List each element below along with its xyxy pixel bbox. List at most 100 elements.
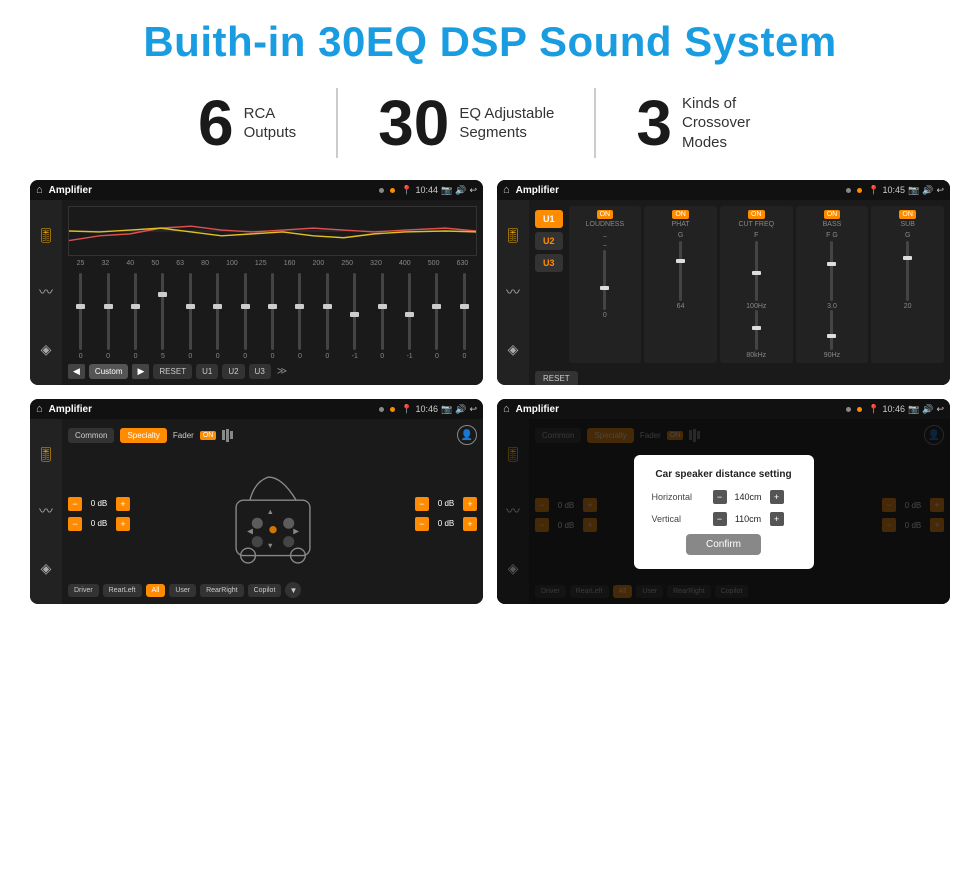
db-minus-tl[interactable]: −	[68, 497, 82, 511]
eq-slider-9[interactable]: 0	[315, 273, 340, 360]
cutfreq-slider-2[interactable]	[755, 310, 758, 350]
db-plus-bl[interactable]: +	[116, 517, 130, 531]
eq-icon[interactable]: 🎚	[37, 227, 55, 244]
bass-slider[interactable]	[830, 241, 833, 301]
status-dot-6	[390, 407, 395, 412]
db-minus-br[interactable]: −	[415, 517, 429, 531]
db-minus-tr[interactable]: −	[415, 497, 429, 511]
fader-bars	[222, 429, 233, 442]
u2-button[interactable]: U2	[535, 232, 563, 250]
speaker-icon[interactable]: ◈	[41, 341, 52, 358]
eq-u2-button[interactable]: U2	[222, 364, 244, 379]
status-icons-3: 📍 10:46 📷 🔊 ↩	[401, 404, 477, 415]
eq-bottom-row: ◀ Custom ▶ RESET U1 U2 U3 ≫	[68, 364, 477, 379]
eq-prev-button[interactable]: ◀	[68, 364, 85, 379]
u3-button[interactable]: U3	[535, 254, 563, 272]
vertical-stepper: − 110cm +	[713, 512, 784, 526]
horizontal-minus-button[interactable]: −	[713, 490, 727, 504]
svg-text:▲: ▲	[266, 507, 273, 516]
time-4: 10:46	[882, 404, 905, 414]
stat-number-crossover: 3	[636, 91, 672, 155]
eq-reset-button[interactable]: RESET	[153, 364, 192, 379]
db-value-tl: 0 dB	[85, 499, 113, 508]
status-bar-4: ⌂ Amplifier 📍 10:46 📷 🔊 ↩	[497, 399, 950, 419]
loudness-label: LOUDNESS	[586, 221, 625, 228]
u1-button[interactable]: U1	[535, 210, 563, 228]
eq-slider-10[interactable]: -1	[342, 273, 367, 360]
eq-sliders-row: 0 0 0 5 0 0 0 0 0 0 -1 0 -1 0 0	[68, 273, 477, 360]
screen-content-4: 🎚 〰 ◈ Common Specialty Fader ON	[497, 419, 950, 604]
wave-icon-3[interactable]: 〰	[39, 501, 53, 521]
db-value-tr: 0 dB	[432, 499, 460, 508]
freq-40: 40	[126, 260, 134, 267]
speaker-icon-3[interactable]: ◈	[41, 560, 52, 577]
horizontal-plus-button[interactable]: +	[770, 490, 784, 504]
speaker-icon-2[interactable]: ◈	[508, 341, 519, 358]
profile-icon[interactable]: 👤	[457, 425, 477, 445]
home-icon-4: ⌂	[503, 403, 510, 415]
confirm-button[interactable]: Confirm	[686, 534, 761, 555]
eq-slider-14[interactable]: 0	[452, 273, 477, 360]
eq-graph	[68, 206, 477, 256]
home-icon-3: ⌂	[36, 403, 43, 415]
freq-32: 32	[101, 260, 109, 267]
eq-icon-2[interactable]: 🎚	[504, 227, 522, 244]
wave-icon[interactable]: 〰	[39, 282, 53, 302]
user-button[interactable]: User	[169, 584, 196, 597]
home-icon-1: ⌂	[36, 184, 43, 196]
specialty-tab[interactable]: Specialty	[120, 428, 166, 443]
eq-slider-2[interactable]: 0	[123, 273, 148, 360]
eq-slider-8[interactable]: 0	[287, 273, 312, 360]
eq-slider-0[interactable]: 0	[68, 273, 93, 360]
eq-slider-12[interactable]: -1	[397, 273, 422, 360]
loudness-slider[interactable]	[603, 250, 606, 310]
driver-button[interactable]: Driver	[68, 584, 99, 597]
time-3: 10:46	[415, 404, 438, 414]
db-plus-br[interactable]: +	[463, 517, 477, 531]
eq-slider-6[interactable]: 0	[232, 273, 257, 360]
stat-label-rca: RCAOutputs	[244, 104, 297, 143]
eq-next-button[interactable]: ▶	[132, 364, 149, 379]
eq-preset-custom[interactable]: Custom	[89, 364, 129, 379]
all-button[interactable]: All	[146, 584, 166, 597]
rearright-button[interactable]: RearRight	[200, 584, 244, 597]
eq-slider-3[interactable]: 5	[150, 273, 175, 360]
cam-icon-3: 📷	[441, 404, 452, 415]
wave-icon-2[interactable]: 〰	[506, 282, 520, 302]
db-plus-tl[interactable]: +	[116, 497, 130, 511]
common-tab[interactable]: Common	[68, 428, 114, 443]
stats-row: 6 RCAOutputs 30 EQ AdjustableSegments 3 …	[30, 88, 950, 158]
amp-reset-button[interactable]: RESET	[535, 371, 578, 385]
sub-slider[interactable]	[906, 241, 909, 301]
eq-slider-11[interactable]: 0	[369, 273, 394, 360]
time-1: 10:44	[415, 185, 438, 195]
copilot-button[interactable]: Copilot	[248, 584, 282, 597]
phat-slider[interactable]	[679, 241, 682, 301]
screen-crossover: ⌂ Amplifier 📍 10:46 📷 🔊 ↩ 🎚 〰 ◈	[30, 399, 483, 604]
bass-slider-2[interactable]	[830, 310, 833, 350]
vertical-minus-button[interactable]: −	[713, 512, 727, 526]
stat-number-eq: 30	[378, 91, 449, 155]
eq-slider-4[interactable]: 0	[178, 273, 203, 360]
eq-icon-3[interactable]: 🎚	[37, 446, 55, 463]
eq-u3-button[interactable]: U3	[249, 364, 271, 379]
bass-label: BASS	[823, 221, 842, 228]
eq-u1-button[interactable]: U1	[196, 364, 218, 379]
status-icons-1: 📍 10:44 📷 🔊 ↩	[401, 185, 477, 196]
db-row-bl: − 0 dB +	[68, 517, 130, 531]
eq-slider-13[interactable]: 0	[424, 273, 449, 360]
rearleft-button[interactable]: RearLeft	[103, 584, 142, 597]
cutfreq-slider[interactable]	[755, 241, 758, 301]
phat-on-badge: ON	[672, 210, 689, 219]
eq-slider-1[interactable]: 0	[95, 273, 120, 360]
down-arrow-button[interactable]: ▼	[285, 582, 301, 598]
db-plus-tr[interactable]: +	[463, 497, 477, 511]
vertical-plus-button[interactable]: +	[770, 512, 784, 526]
dialog-overlay: Car speaker distance setting Horizontal …	[497, 419, 950, 604]
car-svg: ▲ ▼ ◀ ▶	[218, 454, 328, 574]
db-minus-bl[interactable]: −	[68, 517, 82, 531]
freq-125: 125	[255, 260, 267, 267]
eq-slider-7[interactable]: 0	[260, 273, 285, 360]
screen-amplifier: ⌂ Amplifier 📍 10:45 📷 🔊 ↩ 🎚 〰 ◈	[497, 180, 950, 385]
eq-slider-5[interactable]: 0	[205, 273, 230, 360]
